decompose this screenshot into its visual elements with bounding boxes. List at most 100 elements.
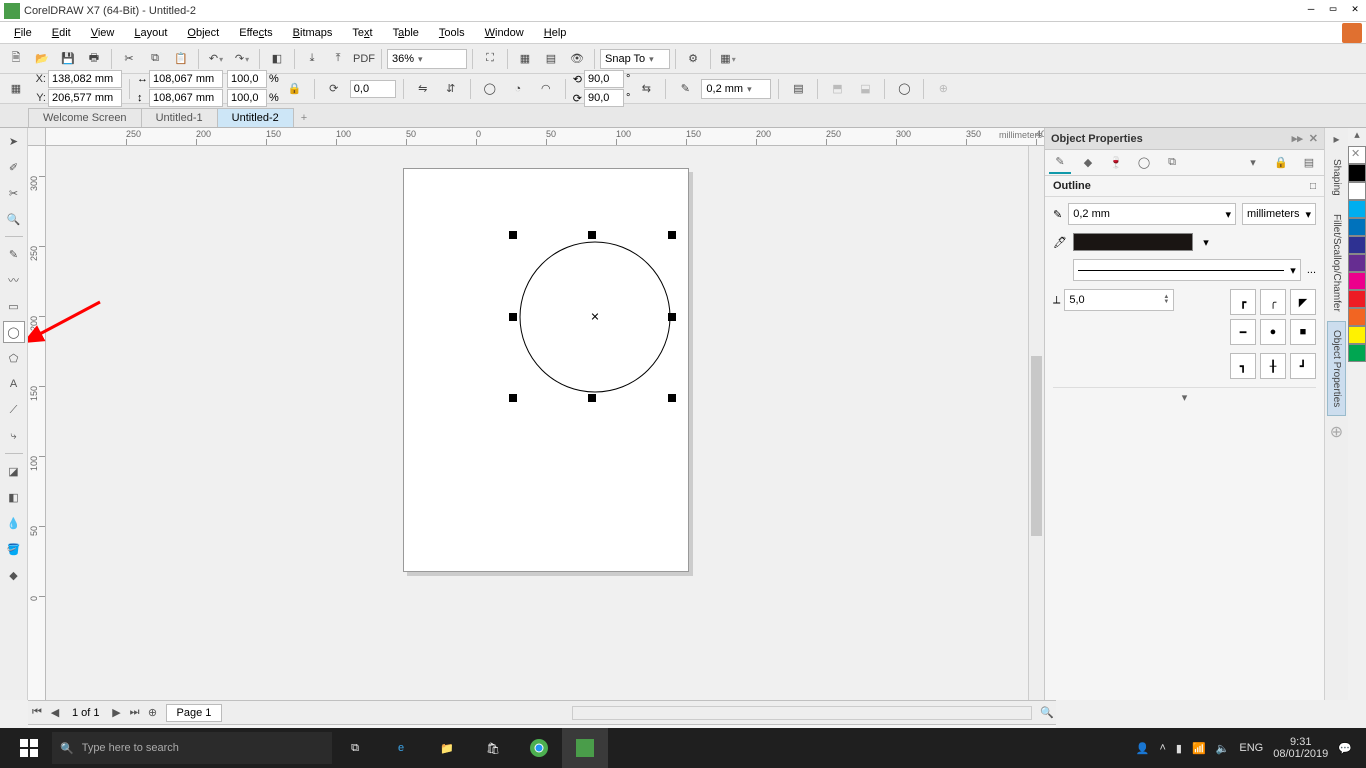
panel-tab-transparency[interactable]: 🍷 [1105, 152, 1127, 174]
minimize-button[interactable]: — [1300, 2, 1322, 20]
tray-clock[interactable]: 9:31 08/01/2019 [1273, 736, 1328, 760]
horizontal-ruler[interactable]: millimeters 2502001501005005010015020025… [46, 128, 1044, 146]
undo-button[interactable]: ↶ [204, 47, 228, 71]
artistic-media-tool[interactable]: 〰 [3, 269, 25, 291]
panel-tab-object[interactable]: ◯ [1133, 152, 1155, 174]
outline-color-dropdown[interactable]: ▾ [1199, 236, 1213, 249]
transparency-tool[interactable]: ◧ [3, 486, 25, 508]
new-button[interactable]: 🗎 [4, 47, 28, 71]
corner-round[interactable]: ╭ [1260, 289, 1286, 315]
scale-y-input[interactable] [227, 89, 267, 107]
interactive-fill-tool[interactable]: 🪣 [3, 538, 25, 560]
start-angle-input[interactable] [584, 70, 624, 88]
panel-tab-summary[interactable]: ⧉ [1161, 152, 1183, 174]
show-rulers-button[interactable]: ▦ [513, 47, 537, 71]
selection-handle-s[interactable] [588, 394, 596, 402]
swap-angles-button[interactable]: ⇆ [634, 77, 658, 101]
color-white[interactable] [1348, 182, 1366, 200]
tray-battery-icon[interactable]: ▮ [1176, 742, 1182, 755]
outline-style-dropdown[interactable]: ▾ [1073, 259, 1301, 281]
selection-handle-nw[interactable] [509, 231, 517, 239]
position-center[interactable]: ╂ [1260, 353, 1286, 379]
open-button[interactable]: 📂 [30, 47, 54, 71]
task-explorer-icon[interactable]: 📁 [424, 728, 470, 768]
canvas-area[interactable]: millimeters 2502001501005005010015020025… [28, 128, 1044, 700]
dock-expand-icon[interactable]: ▸ [1333, 132, 1339, 146]
options-button[interactable]: ⚙ [681, 47, 705, 71]
menu-bitmaps[interactable]: Bitmaps [283, 25, 343, 41]
scale-x-input[interactable] [227, 70, 267, 88]
save-button[interactable]: 💾 [56, 47, 80, 71]
panel-section-outline[interactable]: Outline □ [1045, 176, 1324, 197]
tray-people-icon[interactable]: 👤 [1136, 742, 1150, 755]
menu-table[interactable]: Table [383, 25, 429, 41]
corner-bevel[interactable]: ◤ [1290, 289, 1316, 315]
text-tool[interactable]: A [3, 373, 25, 395]
menu-layout[interactable]: Layout [124, 25, 177, 41]
tray-up-icon[interactable]: ˄ [1159, 742, 1165, 754]
connector-tool[interactable]: ⤷ [3, 425, 25, 447]
tab-untitled-1[interactable]: Untitled-1 [141, 108, 218, 127]
cap-butt[interactable]: ━ [1230, 319, 1256, 345]
outline-width-dropdown[interactable]: 0,2 mm [701, 79, 771, 99]
paste-button[interactable]: 📋 [169, 47, 193, 71]
parallel-dimension-tool[interactable]: ⟋ [3, 399, 25, 421]
tray-notifications-icon[interactable]: 💬 [1338, 742, 1352, 755]
panel-tab-fill[interactable]: ◆ [1077, 152, 1099, 174]
panel-tab-outline[interactable]: ✎ [1049, 152, 1071, 174]
color-yellow[interactable] [1348, 326, 1366, 344]
color-none[interactable] [1348, 146, 1366, 164]
drop-shadow-tool[interactable]: ◪ [3, 460, 25, 482]
task-view-button[interactable]: ⧉ [332, 728, 378, 768]
task-chrome-icon[interactable] [516, 728, 562, 768]
polygon-tool[interactable]: ⬠ [3, 347, 25, 369]
outline-width-input[interactable]: 0,2 mm▾ [1068, 203, 1236, 225]
rotation-input[interactable] [350, 80, 396, 98]
dock-tab-object-properties[interactable]: Object Properties [1327, 321, 1346, 416]
cut-button[interactable]: ✂ [117, 47, 141, 71]
taskbar-search[interactable]: 🔍 Type here to search [52, 732, 332, 764]
page-tab-1[interactable]: Page 1 [166, 704, 223, 722]
selection-handle-ne[interactable] [668, 231, 676, 239]
show-grid-button[interactable]: ▤ [539, 47, 563, 71]
object-height-input[interactable] [149, 89, 223, 107]
wrap-text-button[interactable]: ▤ [786, 77, 810, 101]
selection-handle-e[interactable] [668, 313, 676, 321]
color-eyedropper-tool[interactable]: 💧 [3, 512, 25, 534]
convert-to-curves-button[interactable]: ◯ [892, 77, 916, 101]
outline-color-well[interactable] [1073, 233, 1193, 251]
nav-zoom-button[interactable]: 🔍 [1038, 704, 1056, 722]
full-screen-button[interactable]: ⛶ [478, 47, 502, 71]
arc-button[interactable]: ◠ [534, 77, 558, 101]
import-button[interactable]: ⤓ [300, 47, 324, 71]
pie-button[interactable]: ◔ [506, 77, 530, 101]
tray-wifi-icon[interactable]: 📶 [1192, 742, 1206, 755]
smart-fill-tool[interactable]: ◆ [3, 564, 25, 586]
tab-add[interactable]: + [293, 109, 315, 127]
menu-edit[interactable]: Edit [42, 25, 81, 41]
position-front[interactable]: ┛ [1290, 353, 1316, 379]
dock-tab-fillet[interactable]: Fillet/Scallop/Chamfer [1327, 205, 1346, 321]
redo-button[interactable]: ↷ [230, 47, 254, 71]
menu-effects[interactable]: Effects [229, 25, 282, 41]
color-cyan[interactable] [1348, 200, 1366, 218]
task-edge-icon[interactable]: e [378, 728, 424, 768]
to-front-button[interactable]: ⬒ [825, 77, 849, 101]
tray-language[interactable]: ENG [1239, 742, 1263, 754]
export-button[interactable]: ⤒ [326, 47, 350, 71]
ellipse-button[interactable]: ◯ [478, 77, 502, 101]
page-next-button[interactable]: ▶ [108, 704, 126, 722]
end-angle-input[interactable] [584, 89, 624, 107]
panel-tab-options[interactable]: ▾ [1242, 152, 1264, 174]
menu-window[interactable]: Window [475, 25, 534, 41]
mirror-v-button[interactable]: ⇵ [439, 77, 463, 101]
task-coreldraw-icon[interactable] [562, 728, 608, 768]
page-last-button[interactable]: ⏭ [126, 704, 144, 722]
show-guidelines-button[interactable]: 👁 [565, 47, 589, 71]
object-y-input[interactable] [48, 89, 122, 107]
zoom-level-dropdown[interactable]: 36% [387, 49, 467, 69]
selection-handle-se[interactable] [668, 394, 676, 402]
tab-welcome[interactable]: Welcome Screen [28, 108, 142, 127]
miter-limit-input[interactable]: 5,0▲▼ [1064, 289, 1174, 311]
ellipse-tool[interactable]: ◯ [3, 321, 25, 343]
